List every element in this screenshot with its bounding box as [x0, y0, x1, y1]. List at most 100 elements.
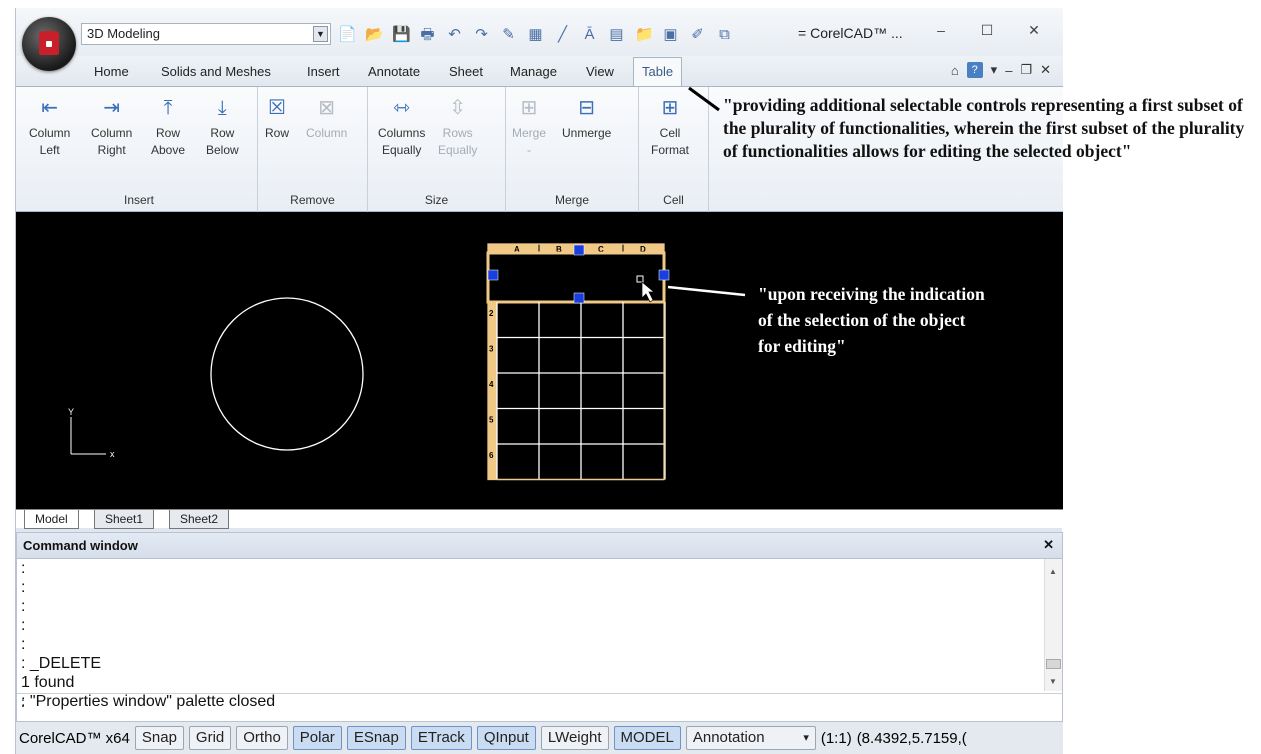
scroll-thumb[interactable] [1046, 659, 1061, 669]
insert-row-above-button[interactable]: ⤒ Row Above [151, 95, 185, 159]
chevron-down-icon[interactable]: ▾ [991, 62, 998, 78]
merge-merge-button[interactable]: ⊞ Merge - [512, 95, 546, 159]
status-toggle-snap[interactable]: Snap [134, 726, 184, 750]
status-toggle-qinput[interactable]: QInput [476, 726, 536, 750]
button-label-line2: Above [151, 143, 186, 157]
button-label-line1: Unmerge [562, 126, 612, 140]
selection-grip[interactable] [487, 269, 499, 281]
undo-icon[interactable]: ↶ [446, 26, 463, 43]
brush-icon[interactable]: ✐ [689, 26, 706, 43]
status-toggle-ortho[interactable]: Ortho [236, 726, 288, 750]
print-icon[interactable]: 🖶 [419, 26, 436, 43]
row-number-6: 6 [489, 451, 494, 460]
command-scrollbar[interactable]: ▲ ▼ [1044, 559, 1062, 691]
status-toggle-model[interactable]: MODEL [613, 726, 681, 750]
command-input[interactable]: : [17, 693, 1062, 721]
drawing-canvas[interactable]: Y x ABCD23456 [16, 212, 1063, 509]
insert-column-right-button[interactable]: ⇥ Column Right [91, 95, 132, 159]
table-entity[interactable]: A B C D23456 [486, 243, 670, 481]
new-file-icon[interactable]: 📄 [338, 26, 357, 43]
size-rows-equally-button[interactable]: ⇳ Rows Equally [438, 95, 477, 159]
button-label-line1: Column [91, 126, 133, 140]
open-file-icon[interactable]: 📂 [365, 26, 384, 43]
doc-minimize-button[interactable]: – [1005, 63, 1012, 78]
command-history-line: : [21, 617, 26, 634]
tab-table[interactable]: Table [633, 57, 683, 87]
layout-tab-sheet2[interactable]: Sheet2 [169, 510, 230, 529]
command-history-line: : [21, 560, 26, 577]
ribbon-group-merge: ⊞ Merge - ⊟ Unmerge Merge [506, 87, 639, 213]
status-toggle-lweight[interactable]: LWeight [540, 726, 609, 750]
button-label-line2: Equally [438, 143, 478, 157]
redo-icon[interactable]: ↷ [473, 26, 490, 43]
help-icon[interactable]: ? [966, 62, 983, 78]
button-label-line1: Rows [442, 126, 473, 140]
button-label-line1: Column [306, 126, 348, 140]
close-button[interactable]: ✕ [1024, 22, 1044, 39]
layers-icon[interactable]: ⧉ [716, 26, 733, 43]
minimize-button[interactable]: – [931, 22, 951, 38]
ribbon-group-remove: ☒ Row ⊠ Column Remove [258, 87, 368, 213]
annotation-label: Annotation [692, 729, 765, 746]
tab-insert[interactable]: Insert [307, 64, 340, 79]
selection-grip[interactable] [573, 244, 585, 256]
cell-cell-format-button[interactable]: ⊞ Cell Format [651, 95, 689, 159]
tab-view[interactable]: View [586, 64, 614, 79]
title-bar: 3D Modeling ▼ 📄 📂 💾 🖶 ↶ ↷ ✎ ▦ ╱ Ā ▤ 📁 ▣ ✐ ⧉ = CorelCAD… [16, 8, 1063, 56]
remove-column-button[interactable]: ⊠ Column [306, 95, 347, 142]
maximize-button[interactable]: ☐ [977, 22, 997, 39]
button-label-line1: Merge [512, 126, 547, 140]
image-icon[interactable]: ▣ [662, 26, 679, 43]
layout-tab-model[interactable]: Model [24, 510, 79, 529]
button-label-line1: Row [210, 126, 235, 140]
row-header-3[interactable] [488, 337, 497, 374]
row-header-2[interactable] [488, 302, 497, 338]
doc-close-button[interactable]: ✕ [1040, 62, 1051, 78]
tab-annotate[interactable]: Annotate [368, 64, 420, 79]
insert-row-below-button[interactable]: ⤓ Row Below [206, 95, 239, 159]
size-columns-equally-button[interactable]: ⇿ Columns Equally [378, 95, 425, 159]
tab-solids-and-meshes[interactable]: Solids and Meshes [161, 64, 271, 79]
line-icon[interactable]: ╱ [554, 26, 571, 43]
layout-tab-sheet1[interactable]: Sheet1 [94, 510, 155, 529]
application-menu-button[interactable] [22, 17, 76, 71]
blueprint-icon[interactable]: ▦ [527, 26, 544, 43]
coordinate-readout: (8.4392,5.7159,( [856, 729, 967, 747]
cell-format-icon: ⊞ [661, 97, 679, 119]
workspace-dropdown[interactable]: 3D Modeling ▼ [81, 23, 331, 45]
eraser-icon[interactable]: ✎ [500, 26, 517, 43]
ribbon-group-insert: ⇤ Column Left ⇥ Column Right ⤒ Row Above ⤓ Row Belo… [21, 87, 258, 213]
row-header-6[interactable] [488, 444, 497, 480]
app-title: CorelCAD™ ... [810, 25, 903, 41]
save-icon[interactable]: 💾 [392, 26, 411, 43]
tab-home[interactable]: Home [94, 64, 129, 79]
tab-sheet[interactable]: Sheet [449, 64, 483, 79]
selection-grip[interactable] [573, 292, 585, 304]
row-header-5[interactable] [488, 408, 497, 445]
close-icon[interactable]: ✕ [1043, 537, 1054, 553]
status-toggle-polar[interactable]: Polar [292, 726, 342, 750]
corelcad-logo-icon [39, 31, 59, 55]
x-axis-label: x [110, 449, 115, 459]
command-history-line: 1 found [21, 674, 75, 691]
scroll-up-icon[interactable]: ▲ [1049, 567, 1057, 576]
folder-icon[interactable]: 📁 [635, 26, 654, 43]
command-prompt: : [21, 694, 25, 710]
row-header-4[interactable] [488, 373, 497, 409]
annotation-scale-dropdown[interactable]: Annotation ▾ [685, 726, 816, 750]
scroll-down-icon[interactable]: ▼ [1049, 677, 1057, 686]
merge-unmerge-button[interactable]: ⊟ Unmerge [562, 95, 611, 142]
collapse-ribbon-icon[interactable]: ⌂ [951, 63, 959, 78]
selection-grip[interactable] [658, 269, 670, 281]
status-toggle-grid[interactable]: Grid [188, 726, 232, 750]
text-icon[interactable]: Ā [581, 26, 598, 43]
circle-entity[interactable] [210, 297, 364, 451]
insert-column-left-button[interactable]: ⇤ Column Left [29, 95, 70, 159]
tab-manage[interactable]: Manage [510, 64, 557, 79]
calculator-icon[interactable]: ▤ [608, 26, 625, 43]
status-toggle-etrack[interactable]: ETrack [410, 726, 472, 750]
status-toggle-esnap[interactable]: ESnap [346, 726, 406, 750]
ribbon-tabs: ⌂ ? ▾ – ❐ ✕ Home Solids and Meshes Insert A… [16, 56, 1063, 87]
doc-restore-button[interactable]: ❐ [1020, 62, 1032, 78]
remove-row-button[interactable]: ☒ Row [264, 95, 290, 142]
